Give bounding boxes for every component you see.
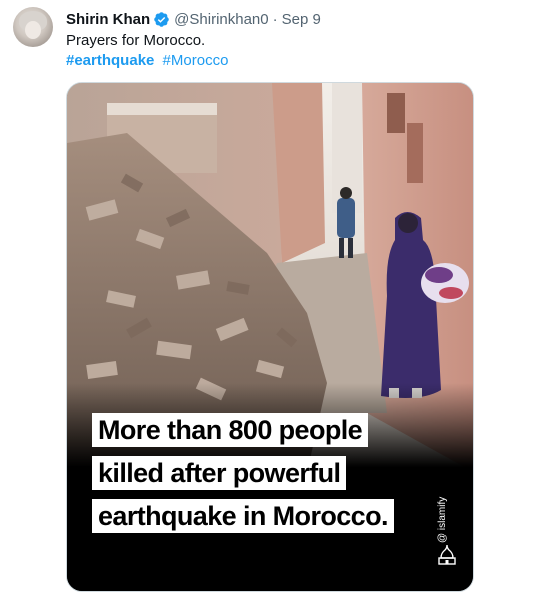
caption-line-1: More than 800 people <box>92 413 369 447</box>
author-handle[interactable]: @Shirinkhan0 <box>174 11 268 28</box>
hashtag-earthquake[interactable]: #earthquake <box>66 52 154 69</box>
hashtag-morocco[interactable]: #Morocco <box>163 52 229 69</box>
tweet-date[interactable]: Sep 9 <box>282 11 321 28</box>
caption-line-3: earthquake in Morocco. <box>92 499 394 533</box>
author-name[interactable]: Shirin Khan <box>66 11 150 28</box>
watermark: @ islamify <box>435 483 455 543</box>
watermark-text: @ islamify <box>437 496 448 543</box>
avatar-face <box>25 21 41 39</box>
tweet-media[interactable]: More than 800 people killed after powerf… <box>66 82 474 592</box>
tweet-header: Shirin Khan @Shirinkhan0 · Sep 9 <box>66 9 321 29</box>
separator-dot: · <box>272 10 278 28</box>
avatar[interactable] <box>13 7 53 47</box>
tweet-text: Prayers for Morocco. <box>66 32 206 49</box>
caption-line-2: killed after powerful <box>92 456 347 490</box>
mosque-icon <box>438 544 456 565</box>
hashtags: #earthquake #Morocco <box>66 51 232 71</box>
verified-badge-icon <box>153 11 170 28</box>
